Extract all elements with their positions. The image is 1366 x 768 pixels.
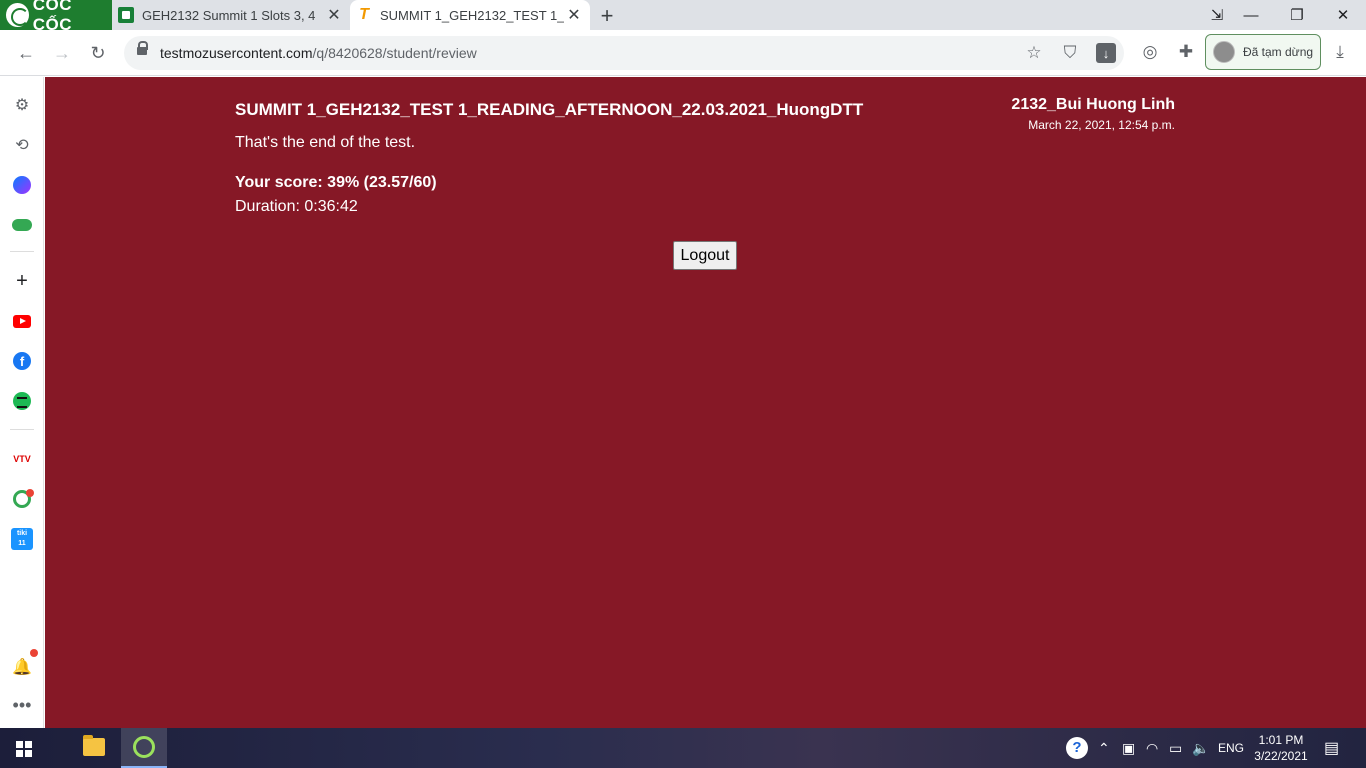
chevron-up-icon[interactable]: ⌃ xyxy=(1098,728,1110,768)
new-tab-button[interactable]: + xyxy=(597,3,617,29)
forward-button[interactable]: → xyxy=(48,39,76,67)
browser-toolbar: ← → ↻ testmozusercontent.com/q/8420628/s… xyxy=(0,30,1366,76)
sidebar-divider xyxy=(10,429,34,430)
student-name: 2132_Bui Huong Linh xyxy=(1011,96,1175,113)
action-center-icon[interactable]: ▤ xyxy=(1324,728,1339,768)
bookmark-star-icon[interactable]: ☆ xyxy=(1022,41,1046,65)
game-controller-icon[interactable] xyxy=(10,213,34,237)
browser-brand-menu[interactable]: CỐC CỐC xyxy=(0,0,112,34)
sheets-icon xyxy=(118,7,134,23)
tab-strip: CỐC CỐC GEH2132 Summit 1 Slots 3, 4 ✕ T … xyxy=(0,0,1366,34)
file-explorer-icon[interactable] xyxy=(83,735,105,756)
coccoc-browser-icon xyxy=(133,736,155,758)
sidebar-divider xyxy=(10,251,34,252)
tab-spreadsheet[interactable]: GEH2132 Summit 1 Slots 3, 4 ✕ xyxy=(112,0,350,30)
lock-icon[interactable] xyxy=(137,41,148,55)
taskbar-coccoc-app[interactable] xyxy=(121,728,167,768)
windows-taskbar: ? ⌃ ▣ ◠ ▭ 🔈 ENG 1:01 PM 3/22/2021 ▤ xyxy=(0,728,1366,768)
profile-status: Đã tạm dừng xyxy=(1243,45,1314,59)
notification-dot xyxy=(30,649,38,657)
help-icon[interactable]: ? xyxy=(1066,728,1088,768)
profile-button[interactable]: Đã tạm dừng xyxy=(1205,34,1321,70)
youtube-icon[interactable] xyxy=(10,309,34,333)
close-tab-icon[interactable]: ✕ xyxy=(564,5,584,25)
test-logo-icon: T xyxy=(359,6,369,23)
vtv-go-icon[interactable]: VTV xyxy=(10,447,34,471)
wifi-icon[interactable]: ◠ xyxy=(1146,728,1158,768)
settings-gear-icon[interactable]: ⚙ xyxy=(10,93,34,117)
reload-button[interactable]: ↻ xyxy=(84,39,112,67)
extensions-puzzle-icon[interactable]: ✚ xyxy=(1174,40,1198,64)
more-options-icon[interactable]: ••• xyxy=(10,693,34,717)
tab-title: GEH2132 Summit 1 Slots 3, 4 xyxy=(142,7,316,23)
end-message: That's the end of the test. xyxy=(235,134,416,151)
score-text: Your score: 39% (23.57/60) xyxy=(235,174,437,191)
restore-button[interactable]: ❐ xyxy=(1274,0,1320,30)
meet-now-icon[interactable]: ▣ xyxy=(1122,728,1135,768)
notifications-bell-icon[interactable]: 🔔 xyxy=(10,655,34,679)
page-title: SUMMIT 1_GEH2132_TEST 1_READING_AFTERNOO… xyxy=(235,100,864,119)
facebook-icon[interactable]: f xyxy=(10,349,34,373)
clock-time: 1:01 PM xyxy=(1258,733,1304,747)
tab-test-review[interactable]: T SUMMIT 1_GEH2132_TEST 1_F ✕ xyxy=(350,0,590,30)
avatar xyxy=(1213,41,1235,63)
history-icon[interactable]: ⟲ xyxy=(10,133,34,157)
downloads-icon[interactable]: ⤓ xyxy=(1328,40,1352,64)
url-path: /q/8420628/student/review xyxy=(312,45,477,61)
tab-title: SUMMIT 1_GEH2132_TEST 1_F xyxy=(380,7,564,23)
review-page: SUMMIT 1_GEH2132_TEST 1_READING_AFTERNOO… xyxy=(45,77,1366,728)
volume-icon[interactable]: 🔈 xyxy=(1192,728,1209,768)
add-shortcut-icon[interactable]: + xyxy=(10,269,34,293)
clock-date: 3/22/2021 xyxy=(1254,749,1308,763)
windows-start-icon[interactable] xyxy=(16,741,32,757)
duration-text: Duration: 0:36:42 xyxy=(235,198,358,215)
minimize-button[interactable]: — xyxy=(1228,0,1274,30)
browser-sidebar: ⚙ ⟲ + f VTV tiki 11 🔔 ••• xyxy=(0,77,44,728)
notification-dot xyxy=(26,489,34,497)
spotify-icon[interactable] xyxy=(10,389,34,413)
coccoc-extension-icon[interactable]: ◎ xyxy=(1138,40,1162,64)
battery-icon[interactable]: ▭ xyxy=(1169,728,1182,768)
submission-timestamp: March 22, 2021, 12:54 p.m. xyxy=(1028,118,1175,132)
close-tab-icon[interactable]: ✕ xyxy=(324,5,344,25)
download-video-icon[interactable]: ↓ xyxy=(1096,43,1116,63)
url-host: testmozusercontent.com xyxy=(160,45,313,61)
messenger-icon[interactable] xyxy=(10,173,34,197)
coccoc-logo-icon xyxy=(6,3,29,27)
language-indicator[interactable]: ENG xyxy=(1218,728,1244,768)
shield-icon[interactable]: ⛉ xyxy=(1058,41,1082,65)
system-clock[interactable]: 1:01 PM 3/22/2021 xyxy=(1250,732,1312,764)
url-text[interactable]: testmozusercontent.com/q/8420628/student… xyxy=(160,45,477,61)
tiki-icon[interactable]: tiki 11 xyxy=(10,527,34,551)
back-button[interactable]: ← xyxy=(12,39,40,67)
logout-button[interactable]: Logout xyxy=(673,241,737,270)
close-window-button[interactable]: ✕ xyxy=(1320,0,1366,30)
address-bar[interactable]: testmozusercontent.com/q/8420628/student… xyxy=(124,36,1124,70)
